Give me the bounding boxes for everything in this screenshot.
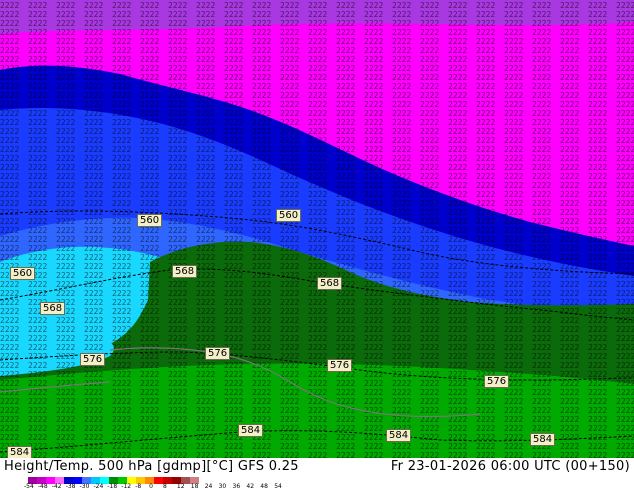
valid-time: Fr 23-01-2026 06:00 UTC (00+150): [390, 459, 630, 474]
scale-tick-label: -18: [107, 483, 118, 490]
map-title: Height/Temp. 500 hPa [gdmp][°C] GFS 0.25: [4, 459, 299, 474]
digit-texture: [0, 0, 634, 458]
contour-label: 576: [205, 347, 231, 360]
contour-label: 568: [317, 277, 343, 290]
contour-label: 584: [386, 429, 412, 442]
scale-tick-label: -42: [51, 483, 62, 490]
scale-swatch: [154, 477, 163, 484]
contour-label: 576: [484, 375, 510, 388]
contour-label: 584: [530, 433, 556, 446]
scale-tick-label: -48: [37, 483, 48, 490]
scale-tick-label: 48: [260, 483, 268, 490]
contour-label: 576: [80, 353, 106, 366]
scale-tick-label: 24: [204, 483, 213, 490]
scale-tick-label: -30: [79, 483, 90, 490]
contour-label: 560: [276, 209, 302, 222]
scale-tick-label: -8: [135, 483, 142, 490]
scale-tick-label: 54: [274, 483, 282, 490]
scale-tick-label: 42: [246, 483, 255, 490]
contour-label: 560: [10, 267, 36, 280]
scale-tick-label: 36: [232, 483, 241, 490]
scale-tick-label: 30: [218, 483, 227, 490]
contour-label: 568: [172, 265, 198, 278]
scale-tick-label: -38: [65, 483, 76, 490]
map-area[interactable]: 2222 560 560 560 568 568 568 5: [0, 0, 634, 458]
scale-tick-label: 8: [163, 483, 167, 490]
scale-tick-label: 18: [190, 483, 199, 490]
scale-tick-label: -24: [93, 483, 104, 490]
scale-tick-label: 12: [176, 483, 185, 490]
contour-label: 584: [7, 446, 33, 458]
temperature-field: 2222: [0, 0, 634, 458]
footer-bar: Height/Temp. 500 hPa [gdmp][°C] GFS 0.25…: [0, 458, 634, 490]
contour-label: 560: [137, 214, 163, 227]
scale-tick-label: 0: [149, 483, 153, 490]
contour-label: 568: [40, 302, 66, 315]
scale-tick-label: -12: [121, 483, 132, 490]
scale-tick-label: -54: [24, 483, 34, 490]
contour-label: 576: [327, 359, 353, 372]
contour-label: 584: [238, 424, 264, 437]
